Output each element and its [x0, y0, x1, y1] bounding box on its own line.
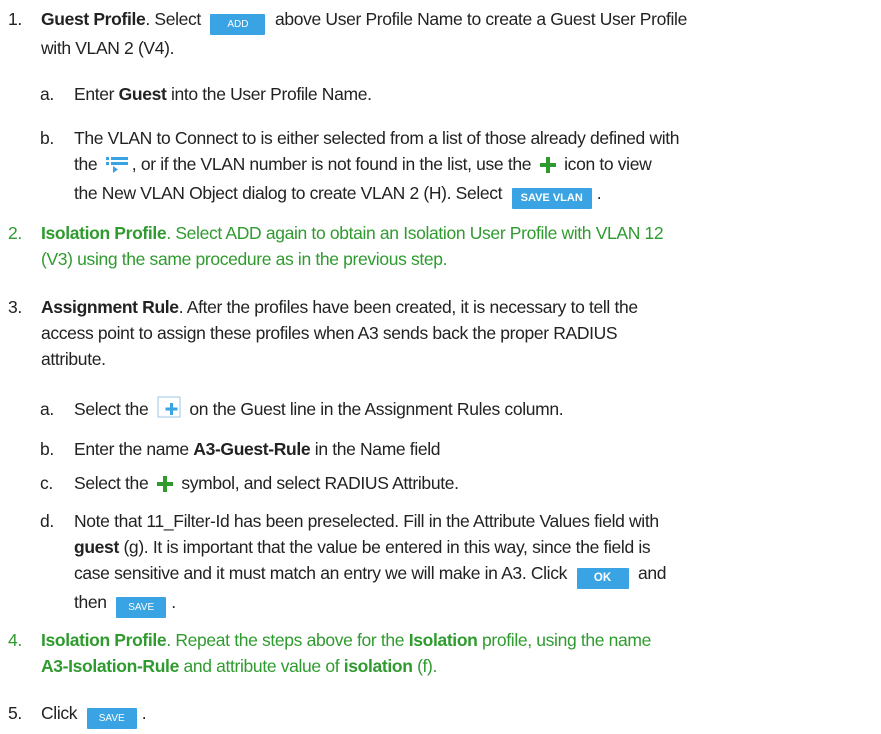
step-text: . Select: [145, 9, 201, 29]
add-button[interactable]: ADD: [210, 14, 266, 35]
bold-term: A3-Isolation-Rule: [41, 656, 179, 676]
step-text: and attribute value of: [183, 656, 340, 676]
step-text: attribute.: [41, 349, 106, 369]
substep-text: the: [74, 154, 98, 174]
substep-text: and: [638, 563, 667, 583]
substep-text: (g). It is important that the value be e…: [123, 537, 651, 557]
substep-text: Enter the name: [74, 439, 189, 459]
step-title: Guest Profile: [41, 9, 146, 29]
step-number: 4.: [8, 630, 22, 650]
punctuation: .: [596, 183, 602, 203]
step-text: access point to assign these profiles wh…: [41, 323, 618, 343]
add-rule-icon[interactable]: [157, 396, 181, 425]
ok-button[interactable]: OK: [576, 568, 629, 589]
substep-text: icon to view: [564, 154, 652, 174]
substep-number: c.: [40, 473, 53, 493]
step-text: . After the profiles have been created, …: [178, 297, 638, 317]
instructions-page: 1. Guest Profile. Select ADD above User …: [0, 0, 881, 734]
step-text: Click: [41, 703, 78, 723]
step-title: Assignment Rule: [41, 297, 179, 317]
list-icon[interactable]: [105, 154, 128, 180]
step-number: 2.: [8, 223, 22, 243]
substep-number: b.: [40, 439, 54, 459]
step-text: above User Profile Name to create a Gues…: [274, 9, 687, 29]
substep-number: a.: [40, 399, 54, 419]
substep-text: The VLAN to Connect to is either selecte…: [74, 128, 680, 148]
step-text: . Select ADD again to obtain an Isolatio…: [166, 223, 664, 243]
step-title: Isolation Profile: [41, 630, 167, 650]
substep-text: then: [74, 592, 107, 612]
substep-text: , or if the VLAN number is not found in …: [131, 154, 532, 174]
substep-text: into the User Profile Name.: [170, 84, 372, 104]
plus-icon[interactable]: [539, 154, 556, 180]
save-button[interactable]: SAVE: [116, 597, 167, 618]
bold-term: Isolation: [408, 630, 478, 650]
bold-term: A3-Guest-Rule: [193, 439, 311, 459]
bold-term: Guest: [118, 84, 167, 104]
bold-term: guest: [74, 537, 119, 557]
substep-text: on the Guest line in the Assignment Rule…: [189, 399, 564, 419]
step-text: (f).: [417, 656, 438, 676]
step-number: 3.: [8, 297, 22, 317]
punctuation: .: [141, 703, 147, 723]
substep-text: Enter: [74, 84, 115, 104]
step-title: Isolation Profile: [41, 223, 167, 243]
substep-text: the New VLAN Object dialog to create VLA…: [74, 183, 503, 203]
substep-text: Select the: [74, 399, 149, 419]
substep-number: a.: [40, 84, 54, 104]
save-button[interactable]: SAVE: [86, 708, 137, 729]
step-number: 1.: [8, 9, 22, 29]
save-vlan-button[interactable]: SAVE VLAN: [511, 188, 592, 209]
step-text: (V3) using the same procedure as in the …: [41, 249, 448, 269]
substep-text: Note that 11_Filter-Id has been preselec…: [74, 511, 659, 531]
substep-text: case sensitive and it must match an entr…: [74, 563, 568, 583]
substep-number: b.: [40, 128, 54, 148]
plus-icon[interactable]: [156, 473, 173, 499]
substep-text: Select the: [74, 473, 149, 493]
step-text: . Repeat the steps above for the: [166, 630, 405, 650]
bold-term: isolation: [343, 656, 413, 676]
punctuation: .: [171, 592, 176, 612]
substep-text: symbol, and select RADIUS Attribute.: [181, 473, 459, 493]
substep-text: in the Name field: [314, 439, 441, 459]
step-text: profile, using the name: [482, 630, 652, 650]
step-text: with VLAN 2 (V4).: [41, 38, 175, 58]
step-number: 5.: [8, 703, 22, 723]
substep-number: d.: [40, 511, 54, 531]
